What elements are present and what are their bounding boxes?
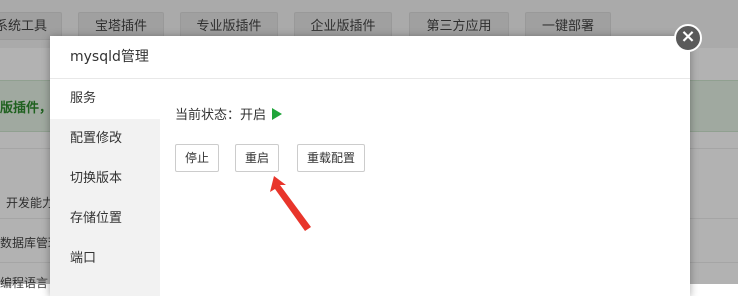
menu-item-config-edit[interactable]: 配置修改 [50, 119, 160, 159]
dialog-side-menu: 服务 配置修改 切换版本 存储位置 端口 [50, 79, 160, 296]
status-value: 开启 [240, 108, 267, 123]
service-panel: 当前状态：开启 停止 重启 重载配置 [175, 79, 690, 296]
menu-item-switch-version[interactable]: 切换版本 [50, 159, 160, 199]
play-icon [272, 108, 283, 120]
red-arrow-annotation [270, 176, 311, 231]
menu-item-port[interactable]: 端口 [50, 239, 160, 279]
menu-item-storage-location[interactable]: 存储位置 [50, 199, 160, 239]
menu-item-service[interactable]: 服务 [50, 79, 160, 119]
reload-config-button[interactable]: 重载配置 [297, 144, 366, 172]
mysqld-manager-dialog: mysqld管理 服务 配置修改 切换版本 存储位置 端口 当前状态：开启 停止… [50, 36, 690, 296]
arrow-icon [270, 176, 311, 231]
close-icon[interactable]: × [674, 24, 702, 52]
service-status: 当前状态：开启 [175, 104, 283, 123]
dialog-title: mysqld管理 [50, 36, 690, 79]
status-label: 当前状态： [175, 108, 241, 123]
restart-button[interactable]: 重启 [235, 144, 280, 172]
stop-button[interactable]: 停止 [175, 144, 220, 172]
